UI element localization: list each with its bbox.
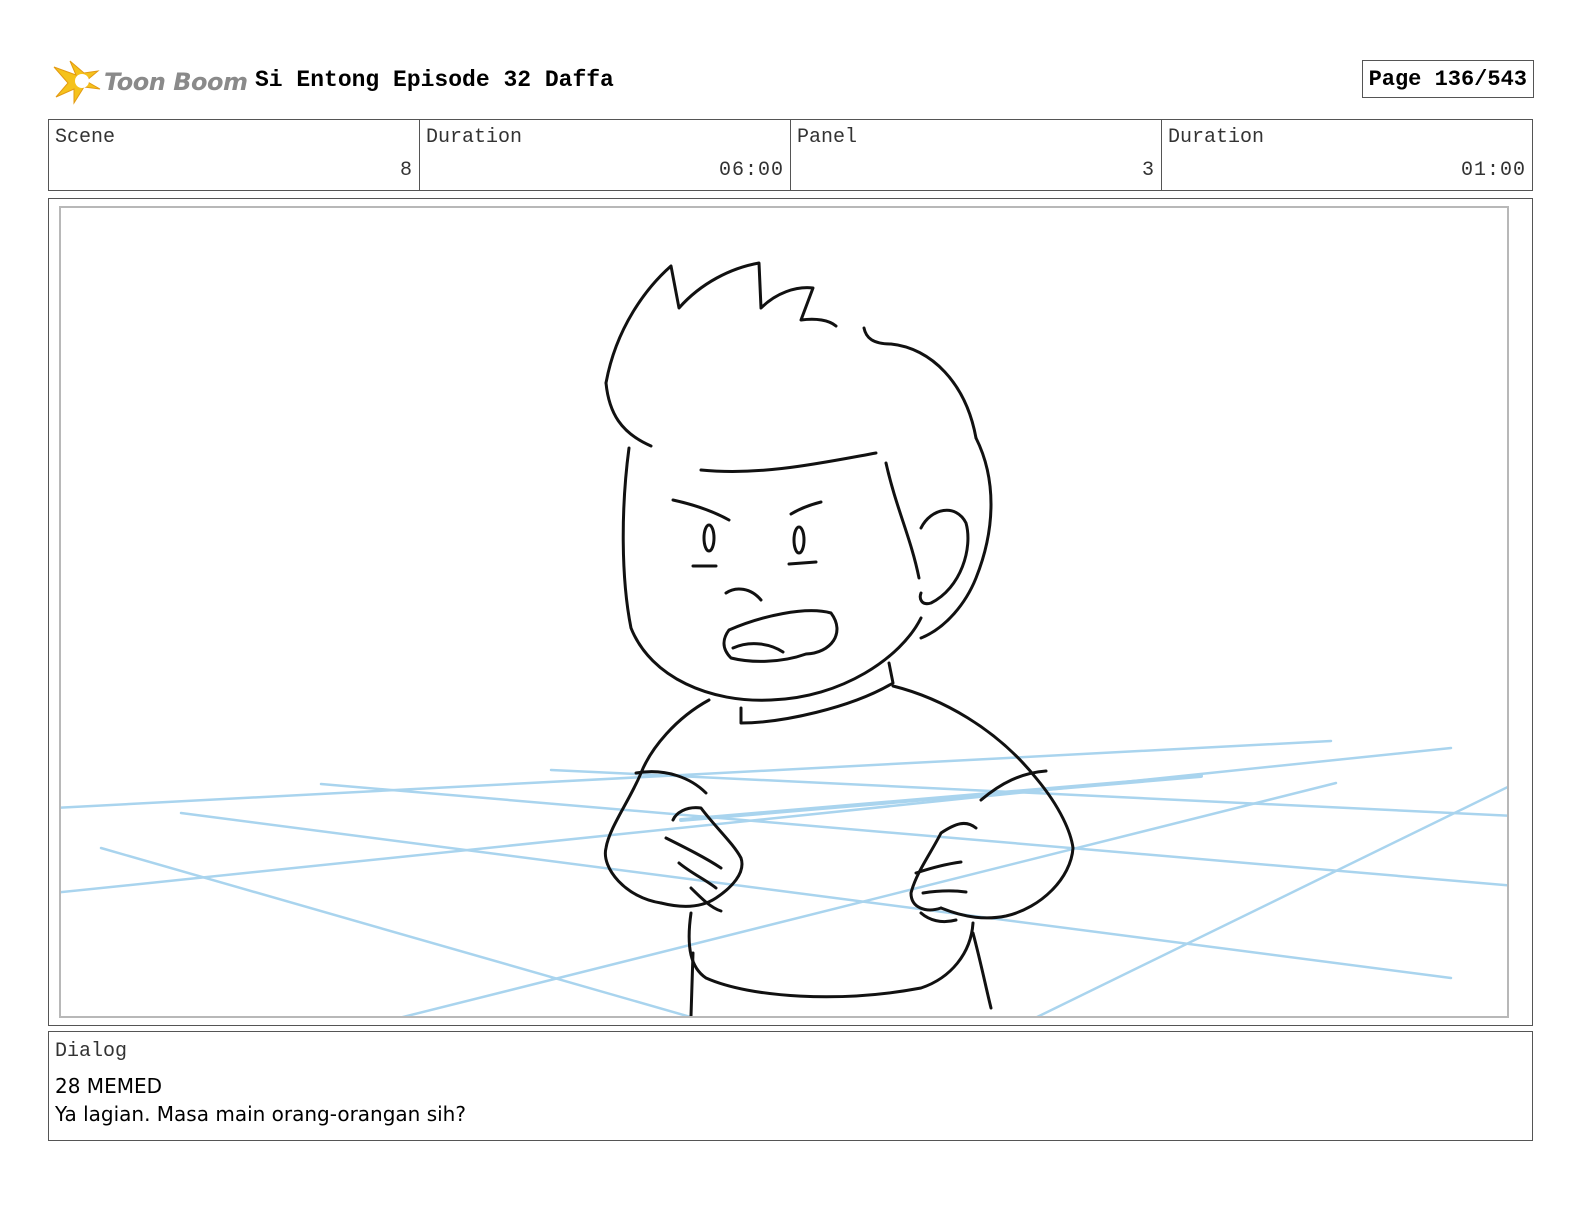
scene-label: Scene [55, 126, 116, 149]
logo-text: Toon Boom [104, 68, 248, 96]
panel-duration-label: Duration [1168, 126, 1265, 149]
scene-duration-cell: Duration 06:00 [420, 120, 791, 190]
document-title: Si Entong Episode 32 Daffa [255, 67, 614, 93]
page-counter: Page 136/543 [1361, 60, 1534, 98]
dialog-text: 28 MEMED Ya lagian. Masa main orang-oran… [55, 1072, 466, 1128]
panel-duration-value: 01:00 [1460, 159, 1526, 182]
dialog-box: Dialog 28 MEMED Ya lagian. Masa main ora… [48, 1031, 1533, 1141]
storyboard-panel [48, 198, 1533, 1026]
panel-cell: Panel 3 [791, 120, 1162, 190]
panel-duration-cell: Duration 01:00 [1162, 120, 1532, 190]
scene-duration-value: 06:00 [718, 159, 784, 182]
dialog-speaker: 28 MEMED [55, 1074, 162, 1098]
dialog-label: Dialog [55, 1040, 128, 1063]
dialog-line: Ya lagian. Masa main orang-orangan sih? [55, 1102, 466, 1126]
info-row: Scene 8 Duration 06:00 Panel 3 Duration … [48, 119, 1533, 191]
scene-value: 8 [399, 159, 413, 182]
page-header: Toon Boom Si Entong Episode 32 Daffa Pag… [52, 52, 1534, 108]
scene-cell: Scene 8 [49, 120, 420, 190]
toon-boom-logo: Toon Boom [52, 56, 248, 108]
burst-icon [53, 60, 101, 105]
scene-duration-label: Duration [426, 126, 523, 149]
panel-label: Panel [797, 126, 858, 149]
sketch-boy-angry-image [61, 261, 1507, 1016]
panel-value: 3 [1141, 159, 1155, 182]
panel-drawing-area [59, 206, 1509, 1018]
